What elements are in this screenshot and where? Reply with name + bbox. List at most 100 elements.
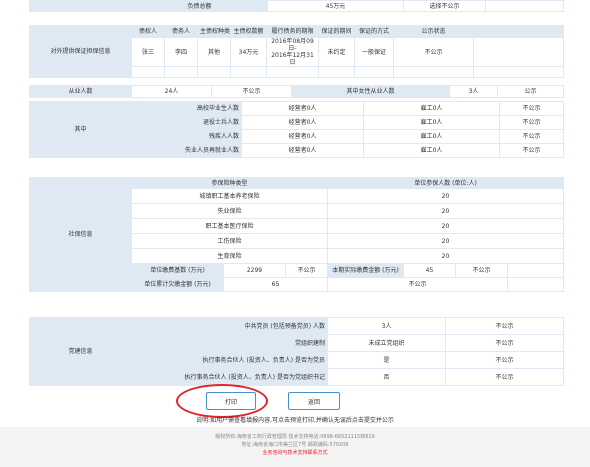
employees-section: 从业人数 24人 不公示 其中女性从业人数 3人 公示 bbox=[29, 85, 565, 98]
guarantee-creditor: 张三 bbox=[131, 37, 165, 67]
hired-count: 雇工0人 bbox=[363, 143, 500, 158]
operator-count: 经营者0人 bbox=[241, 129, 364, 144]
party-row-label: 执行事务合伙人 (投资人、负责人) 是否为党组织书记 bbox=[131, 368, 328, 386]
col-header-publicity: 公示状态 bbox=[393, 25, 474, 38]
employees-label: 从业人数 bbox=[29, 85, 132, 98]
row-status: 不公示 bbox=[499, 101, 564, 116]
col-header-creditor: 债权人 bbox=[131, 25, 165, 38]
debt-total-status: 选择不公示 bbox=[403, 0, 486, 12]
cell-empty bbox=[230, 66, 267, 78]
guarantee-claim-type: 其他 bbox=[197, 37, 231, 67]
insured-count: 20 bbox=[327, 248, 564, 264]
row-label: 失业人员再就业人数 bbox=[131, 143, 242, 158]
insured-count: 20 bbox=[327, 233, 564, 249]
col-header-guarantee-period: 保证的期间 bbox=[318, 25, 355, 38]
cell-empty bbox=[507, 263, 564, 278]
cell-empty bbox=[507, 277, 564, 292]
cell-empty bbox=[131, 66, 165, 78]
row-label: 退役士兵人数 bbox=[131, 115, 242, 130]
female-employees-status: 公示 bbox=[497, 85, 565, 98]
party-row-label: 中共党员 (包括预备党员) 人数 bbox=[131, 317, 328, 335]
insured-count: 20 bbox=[327, 218, 564, 234]
actual-paid-status: 不公示 bbox=[455, 263, 508, 278]
footer-copyright: 版权所有:海南省工商行政管理局 技术支持电话:0898-66521115转819 bbox=[215, 434, 375, 440]
cell-empty bbox=[393, 66, 474, 78]
guarantee-debtor: 李四 bbox=[164, 37, 198, 67]
employees-breakdown: 其中 高校毕业生人数 经营者0人 雇工0人 不公示 退役士兵人数 经营者0人 雇… bbox=[29, 101, 564, 158]
party-row-value: 3人 bbox=[327, 317, 446, 335]
print-button[interactable]: 打印 bbox=[206, 392, 256, 410]
party-building-section: 党建信息 中共党员 (包括预备党员) 人数 3人 不公示 党组织建制 未成立党组… bbox=[29, 317, 564, 386]
insured-count: 20 bbox=[327, 203, 564, 219]
row-status: 不公示 bbox=[499, 143, 564, 158]
hired-count: 雇工0人 bbox=[363, 101, 500, 116]
insurance-type: 职工基本医疗保险 bbox=[131, 218, 328, 234]
insurance-type: 生育保险 bbox=[131, 248, 328, 264]
arrears-status: 不公示 bbox=[327, 277, 508, 292]
guarantee-section: 对外提供保证担保信息 债权人 债务人 主债权种类 主债权数额 履行债务的期限 保… bbox=[29, 25, 564, 78]
guarantee-publicity: 不公示 bbox=[393, 37, 474, 67]
party-row-value: 是 bbox=[327, 351, 446, 369]
insurance-type: 工伤保险 bbox=[131, 233, 328, 249]
social-section-label: 社保信息 bbox=[29, 177, 132, 292]
arrears-value: 65 bbox=[223, 277, 328, 292]
col-header-insurance-type: 参保险种类型 bbox=[131, 177, 328, 189]
debt-total-value: 45万元 bbox=[267, 0, 404, 12]
col-header-claim-amount: 主债权数额 bbox=[230, 25, 267, 38]
payment-base-value: 2299 bbox=[223, 263, 286, 278]
party-row-status: 不公示 bbox=[445, 317, 564, 335]
payment-base-label: 单位缴费基数 (万元) bbox=[131, 263, 224, 278]
guarantee-section-label: 对外提供保证担保信息 bbox=[29, 25, 132, 78]
col-header-debtor: 债务人 bbox=[164, 25, 198, 38]
col-header-debt-term: 履行债务的期限 bbox=[266, 25, 319, 38]
row-status: 不公示 bbox=[499, 129, 564, 144]
social-insurance-section: 社保信息 参保险种类型 单位参保人数 (单位:人) 城镇职工基本养老保险 20 … bbox=[29, 177, 564, 292]
arrears-label: 单位累计欠缴金额 (万元) bbox=[131, 277, 224, 292]
party-row-value: 未成立党组织 bbox=[327, 334, 446, 352]
row-label: 高校毕业生人数 bbox=[131, 101, 242, 116]
hired-count: 雇工0人 bbox=[363, 115, 500, 130]
instruction-note: 说明:如用户需查看填报内容,可点击预览打印,并确认无误后点击提交并公示 bbox=[196, 417, 394, 424]
employees-group-label: 其中 bbox=[29, 101, 132, 158]
col-header-claim-type: 主债权种类 bbox=[197, 25, 231, 38]
actual-paid-value: 45 bbox=[403, 263, 456, 278]
footer-support-link[interactable]: 业务咨询与技术支持联系方式 bbox=[0, 449, 590, 457]
cell-empty bbox=[473, 37, 564, 67]
cell-empty bbox=[354, 66, 394, 78]
cell-empty bbox=[485, 0, 564, 12]
party-section-label: 党建信息 bbox=[29, 317, 132, 386]
party-row-status: 不公示 bbox=[445, 351, 564, 369]
cell-empty bbox=[318, 66, 355, 78]
party-row-label: 执行事务合伙人 (投资人、负责人) 是否为党员 bbox=[131, 351, 328, 369]
payment-base-status: 不公示 bbox=[285, 263, 328, 278]
guarantee-method: 一般保证 bbox=[354, 37, 394, 67]
party-row-status: 不公示 bbox=[445, 368, 564, 386]
debt-total-section: 负债总额 45万元 选择不公示 bbox=[29, 0, 564, 12]
row-status: 不公示 bbox=[499, 115, 564, 130]
page-footer: 版权所有:海南省工商行政管理局 技术支持电话:0898-66521115转819… bbox=[0, 427, 590, 467]
party-row-label: 党组织建制 bbox=[131, 334, 328, 352]
operator-count: 经营者0人 bbox=[241, 101, 364, 116]
insured-count: 20 bbox=[327, 188, 564, 204]
party-row-value: 否 bbox=[327, 368, 446, 386]
back-button[interactable]: 返回 bbox=[288, 392, 340, 410]
cell-empty bbox=[473, 66, 564, 78]
employees-status: 不公示 bbox=[211, 85, 292, 98]
female-employees-label: 其中女性从业人数 bbox=[290, 85, 451, 98]
guarantee-claim-amount: 34万元 bbox=[230, 37, 267, 67]
party-row-status: 不公示 bbox=[445, 334, 564, 352]
col-header-guarantee-method: 保证的方式 bbox=[354, 25, 394, 38]
guarantee-period: 未约定 bbox=[318, 37, 355, 67]
label-spacer bbox=[29, 0, 132, 12]
guarantee-debt-term: 2016年08月09日- 2016年12月31日 bbox=[266, 37, 319, 67]
col-header-insured-count: 单位参保人数 (单位:人) bbox=[327, 177, 564, 189]
footer-address: 地址:海南省海口市美兰区7号 邮政编码:570206 bbox=[241, 442, 349, 448]
cell-empty bbox=[266, 66, 319, 78]
cell-empty bbox=[164, 66, 198, 78]
female-employees-count: 3人 bbox=[449, 85, 499, 98]
actual-paid-label: 本期实际缴费金额 (万元) bbox=[327, 263, 404, 278]
operator-count: 经营者0人 bbox=[241, 143, 364, 158]
row-label: 残疾人人数 bbox=[131, 129, 242, 144]
insurance-type: 失业保险 bbox=[131, 203, 328, 219]
employees-count: 24人 bbox=[131, 85, 212, 98]
